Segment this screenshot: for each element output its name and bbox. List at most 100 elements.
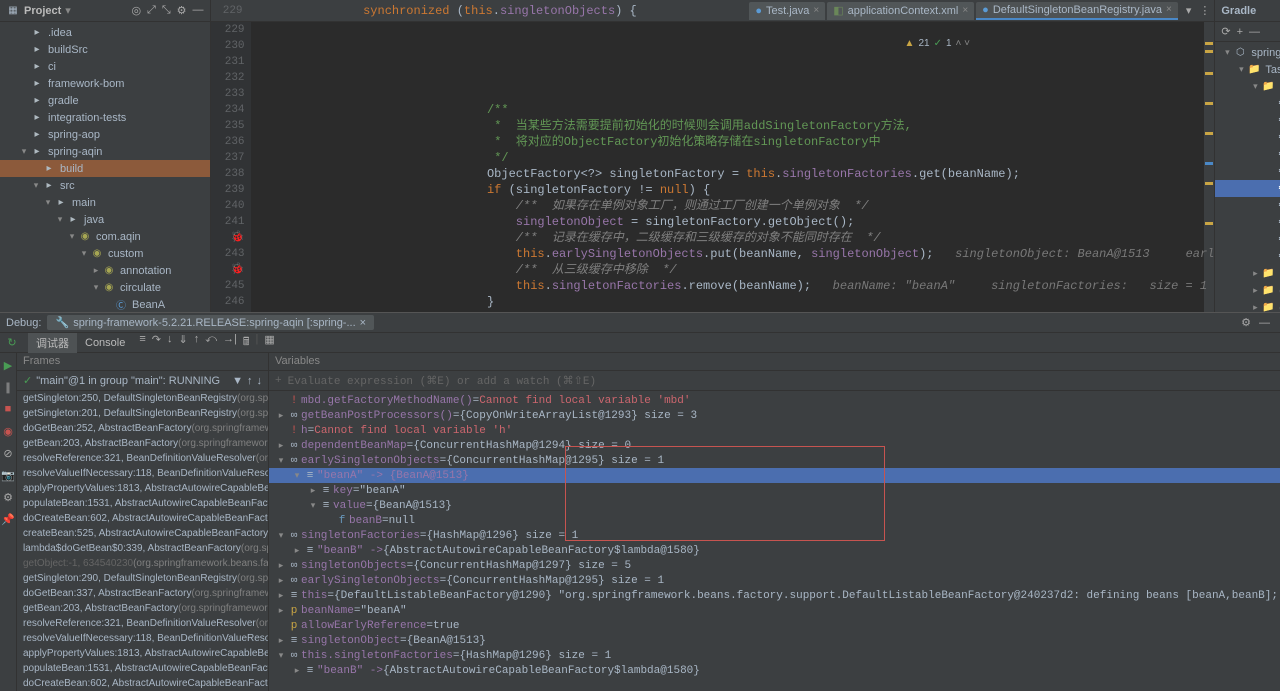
add-icon[interactable]: + <box>1237 26 1243 38</box>
chevron-down-icon[interactable]: ▾ <box>65 4 71 17</box>
frame-row[interactable]: resolveReference:321, BeanDefinitionValu… <box>17 616 268 631</box>
frame-row[interactable]: populateBean:1531, AbstractAutowireCapab… <box>17 496 268 511</box>
code-editor[interactable]: /** * 当某些方法需要提前初始化的时候则会调用addSingletonFac… <box>251 22 1215 312</box>
frame-row[interactable]: getBean:203, AbstractBeanFactory (org.sp… <box>17 436 268 451</box>
tree-item[interactable]: ▾◉circulate <box>0 279 210 296</box>
gradle-item[interactable]: ⚙buildNeeded <box>1215 146 1280 163</box>
mute-breakpoints-icon[interactable]: ⊘ <box>0 445 16 461</box>
drop-frame-icon[interactable]: ⤺ <box>205 333 217 352</box>
show-execution-point-icon[interactable]: ≡ <box>139 333 145 352</box>
gradle-item[interactable]: ⚙build <box>1215 112 1280 129</box>
frame-row[interactable]: doGetBean:252, AbstractBeanFactory (org.… <box>17 421 268 436</box>
tree-item[interactable]: ▸gradle <box>0 92 210 109</box>
gradle-item[interactable]: ▾⬡spring <box>1215 44 1280 61</box>
tree-item[interactable]: ▸build <box>0 160 210 177</box>
force-step-into-icon[interactable]: ⇓ <box>179 333 188 352</box>
gradle-item[interactable]: ▸📁distribution <box>1215 282 1280 299</box>
prev-icon[interactable]: ↑ <box>247 375 253 387</box>
gradle-item[interactable]: ▸📁documentation <box>1215 299 1280 312</box>
gradle-item[interactable]: ▸📁build setup <box>1215 265 1280 282</box>
rerun-icon[interactable]: ↻ <box>4 335 20 351</box>
gradle-item[interactable]: ▾📁Tasks <box>1215 61 1280 78</box>
variable-row[interactable]: fbeanB = null <box>269 513 1280 528</box>
tree-item[interactable]: ▸◉annotation <box>0 262 210 279</box>
variable-row[interactable]: ▸≡singletonObject = {BeanA@1513} <box>269 633 1280 648</box>
tree-item[interactable]: ▾▸main <box>0 194 210 211</box>
settings-icon[interactable]: ⚙ <box>177 4 187 17</box>
variable-row[interactable]: ▾∞this.singletonFactories = {HashMap@129… <box>269 648 1280 663</box>
frame-row[interactable]: createBean:525, AbstractAutowireCapableB… <box>17 526 268 541</box>
step-into-icon[interactable]: ↓ <box>167 333 173 352</box>
stop-icon[interactable]: ■ <box>0 401 16 417</box>
tree-item[interactable]: ▾▸java <box>0 211 210 228</box>
variable-row[interactable]: ▾≡"beanA" -> {BeanA@1513} <box>269 468 1280 483</box>
gutter[interactable]: 229230231232233234235236237238239240241🐞… <box>211 22 251 312</box>
frame-row[interactable]: getSingleton:290, DefaultSingletonBeanRe… <box>17 571 268 586</box>
gradle-tree[interactable]: ▾⬡spring▾📁Tasks▾📁build⚙assemble⚙build⚙bu… <box>1215 42 1280 312</box>
tree-item[interactable]: ▸integration-tests <box>0 109 210 126</box>
refresh-icon[interactable]: ⟳ <box>1221 25 1230 38</box>
variables-tree[interactable]: !mbd.getFactoryMethodName() = Cannot fin… <box>269 391 1280 691</box>
tree-item[interactable]: ▸spring-aop <box>0 126 210 143</box>
variable-row[interactable]: !h = Cannot find local variable 'h' <box>269 423 1280 438</box>
frame-row[interactable]: doGetBean:337, AbstractBeanFactory (org.… <box>17 586 268 601</box>
variable-row[interactable]: !mbd.getFactoryMethodName() = Cannot fin… <box>269 393 1280 408</box>
view-breakpoints-icon[interactable]: ◉ <box>0 423 16 439</box>
tree-item[interactable]: ▸.idea <box>0 24 210 41</box>
tree-item[interactable]: ⒸBeanA <box>0 296 210 312</box>
variable-row[interactable]: ▸≡"beanB" -> {AbstractAutowireCapableBea… <box>269 543 1280 558</box>
hide-icon[interactable]: — <box>193 4 204 17</box>
frame-row[interactable]: getBean:203, AbstractBeanFactory (org.sp… <box>17 601 268 616</box>
gradle-item[interactable]: ▾📁build <box>1215 78 1280 95</box>
step-over-icon[interactable]: ↷ <box>152 333 161 352</box>
collapse-all-icon[interactable]: ⤡ <box>162 4 171 17</box>
variable-row[interactable]: ▾∞earlySingletonObjects = {ConcurrentHas… <box>269 453 1280 468</box>
frame-row[interactable]: applyPropertyValues:1813, AbstractAutowi… <box>17 646 268 661</box>
frame-row[interactable]: doCreateBean:602, AbstractAutowireCapabl… <box>17 511 268 526</box>
gradle-item[interactable]: ⚙classes <box>1215 163 1280 180</box>
variable-row[interactable]: ▸pbeanName = "beanA" <box>269 603 1280 618</box>
detach-icon[interactable]: — <box>1249 26 1260 38</box>
variable-row[interactable]: pallowEarlyReference = true <box>269 618 1280 633</box>
hide-icon[interactable]: — <box>1255 317 1274 329</box>
close-icon[interactable]: × <box>360 317 366 329</box>
variable-row[interactable]: ▸≡key = "beanA" <box>269 483 1280 498</box>
frame-row[interactable]: getSingleton:201, DefaultSingletonBeanRe… <box>17 406 268 421</box>
variable-row[interactable]: ▸∞singletonObjects = {ConcurrentHashMap@… <box>269 558 1280 573</box>
debug-session-tab[interactable]: 🔧 spring-framework-5.2.21.RELEASE:spring… <box>47 315 374 330</box>
console-tab[interactable]: Console <box>77 335 133 351</box>
gradle-item[interactable]: ⚙jar <box>1215 197 1280 214</box>
next-icon[interactable]: ↓ <box>257 375 263 387</box>
file-tab[interactable]: ◧applicationContext.xml× <box>827 2 974 20</box>
expand-all-icon[interactable]: ⤢ <box>147 4 156 17</box>
pin-icon[interactable]: 📌 <box>0 511 16 527</box>
frame-row[interactable]: resolveValueIfNecessary:118, BeanDefinit… <box>17 631 268 646</box>
frame-row[interactable]: lambda$doGetBean$0:339, AbstractBeanFact… <box>17 541 268 556</box>
tree-item[interactable]: ▾▸spring-aqin <box>0 143 210 160</box>
tab-dropdown-icon[interactable]: ▾ <box>1182 4 1196 17</box>
file-tab[interactable]: ●DefaultSingletonBeanRegistry.java× <box>976 2 1178 20</box>
more-icon[interactable]: ⋮ <box>1195 4 1214 17</box>
tree-item[interactable]: ▸ci <box>0 58 210 75</box>
gradle-item[interactable]: ⚙testFixturesClasses <box>1215 231 1280 248</box>
trace-icon[interactable]: ▦ <box>264 333 274 352</box>
debugger-tab[interactable]: 调试器 <box>28 333 77 353</box>
tree-item[interactable]: ▸buildSrc <box>0 41 210 58</box>
variable-row[interactable]: ▸≡"beanB" -> {AbstractAutowireCapableBea… <box>269 663 1280 678</box>
frame-row[interactable]: resolveValueIfNecessary:118, BeanDefinit… <box>17 466 268 481</box>
variable-row[interactable]: ▸∞dependentBeanMap = {ConcurrentHashMap@… <box>269 438 1280 453</box>
evaluate-icon[interactable]: 🖩 <box>243 333 250 352</box>
frame-row[interactable]: getObject:-1, 634540230 (org.springframe… <box>17 556 268 571</box>
gradle-item[interactable]: ⚙testFixturesJar <box>1215 248 1280 265</box>
variable-row[interactable]: ▸≡this = {DefaultListableBeanFactory@129… <box>269 588 1280 603</box>
file-tab[interactable]: ●Test.java× <box>749 2 825 20</box>
project-tree[interactable]: ▸.idea▸buildSrc▸ci▸framework-bom▸gradle▸… <box>0 22 210 312</box>
settings-icon[interactable]: ⚙ <box>0 489 16 505</box>
tree-item[interactable]: ▾▸src <box>0 177 210 194</box>
gradle-item[interactable]: ⚙clean <box>1215 180 1280 197</box>
settings-icon[interactable]: ⚙ <box>1237 316 1255 329</box>
step-out-icon[interactable]: ↑ <box>194 333 200 352</box>
gradle-item[interactable]: ⚙testClasses <box>1215 214 1280 231</box>
thread-dump-icon[interactable]: 📷 <box>0 467 16 483</box>
filter-icon[interactable]: ▼ <box>232 375 243 387</box>
